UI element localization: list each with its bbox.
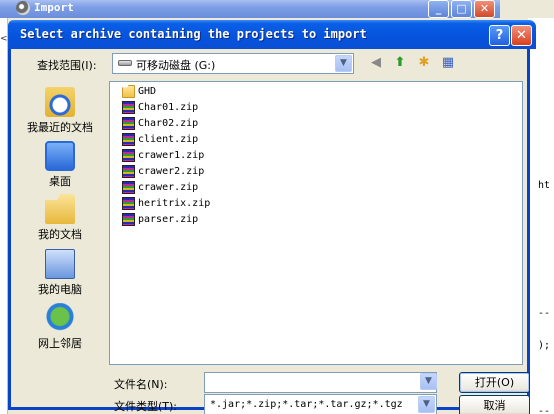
file-name: GHD — [138, 86, 157, 97]
zip-archive-icon — [122, 117, 135, 130]
background-fragment: -- — [538, 308, 551, 319]
chevron-down-icon[interactable]: ▼ — [420, 373, 437, 390]
background-window-controls: _ □ ✕ — [428, 0, 495, 18]
place-my-computer[interactable]: 我的电脑 — [17, 249, 103, 297]
dialog-close-icon[interactable]: ✕ — [511, 25, 532, 46]
place-desktop[interactable]: 桌面 — [17, 141, 103, 189]
removable-drive-icon — [118, 60, 132, 66]
folder-icon — [122, 85, 135, 98]
zip-archive-icon — [122, 101, 135, 114]
file-list[interactable]: GHD Char01.zip Char02.zip client.zip cra… — [109, 81, 523, 365]
file-name: Char02.zip — [138, 118, 199, 129]
place-network-places[interactable]: 网上邻居 — [17, 303, 103, 351]
open-button[interactable]: 打开(O) — [459, 372, 530, 393]
place-label: 我的文档 — [38, 228, 82, 241]
view-menu-icon[interactable]: ▦ — [439, 54, 457, 72]
background-fragment: -- — [538, 406, 551, 414]
file-name: crawer.zip — [138, 182, 199, 193]
background-title-bar: Import — [0, 0, 500, 18]
network-places-icon — [45, 303, 75, 333]
background-fragment: ); — [538, 340, 551, 351]
my-computer-icon — [45, 249, 75, 279]
up-folder-icon[interactable]: ⬆ — [391, 54, 409, 72]
recent-documents-icon — [45, 87, 75, 117]
new-folder-icon[interactable]: ✱ — [415, 54, 433, 72]
file-name-input[interactable] — [204, 372, 437, 393]
list-item-folder[interactable]: GHD — [122, 84, 156, 99]
background-left-strip: < — [0, 18, 8, 414]
close-icon[interactable]: ✕ — [474, 0, 495, 18]
file-type-combobox[interactable]: *.jar;*.zip;*.tar;*.tar.gz;*.tgz ▼ — [204, 394, 437, 414]
chevron-down-icon[interactable]: ▼ — [418, 396, 435, 413]
file-type-value: *.jar;*.zip;*.tar;*.tar.gz;*.tgz — [210, 399, 403, 410]
chevron-down-icon[interactable]: ▼ — [335, 55, 352, 72]
background-fragment: ht — [538, 180, 551, 191]
place-label: 桌面 — [49, 175, 71, 188]
minimize-icon[interactable]: _ — [428, 0, 449, 18]
my-documents-icon — [45, 194, 75, 224]
look-in-value: 可移动磁盘 (G:) — [136, 59, 216, 72]
zip-archive-icon — [122, 181, 135, 194]
dialog-title-bar[interactable]: Select archive containing the projects t… — [8, 20, 536, 49]
file-name: heritrix.zip — [138, 198, 211, 209]
file-name: crawer2.zip — [138, 166, 205, 177]
zip-archive-icon — [122, 213, 135, 226]
zip-archive-icon — [122, 197, 135, 210]
places-bar: 我最近的文档 桌面 我的文档 我的电脑 网上邻居 — [17, 81, 103, 364]
place-label: 我的电脑 — [38, 283, 82, 296]
list-item[interactable]: Char02.zip — [122, 116, 198, 131]
zip-archive-icon — [122, 133, 135, 146]
place-label: 我最近的文档 — [27, 121, 93, 134]
list-item[interactable]: Char01.zip — [122, 100, 198, 115]
place-recent-documents[interactable]: 我最近的文档 — [17, 87, 103, 135]
file-type-label: 文件类型(T): — [114, 400, 178, 413]
file-name: crawer1.zip — [138, 150, 205, 161]
back-icon[interactable]: ◀ — [367, 54, 385, 72]
dialog-title: Select archive containing the projects t… — [20, 27, 367, 41]
desktop-icon — [45, 141, 75, 171]
place-my-documents[interactable]: 我的文档 — [17, 194, 103, 242]
import-file-dialog: Select archive containing the projects t… — [8, 20, 536, 414]
background-editor-edge: ht -- ); -- — [528, 18, 554, 414]
zip-archive-icon — [122, 149, 135, 162]
look-in-label: 查找范围(I): — [37, 59, 97, 72]
list-item[interactable]: crawer.zip — [122, 180, 198, 195]
list-item[interactable]: heritrix.zip — [122, 196, 210, 211]
background-left-fragment: < — [0, 34, 8, 44]
list-item[interactable]: crawer1.zip — [122, 148, 204, 163]
look-in-combobox[interactable]: 可移动磁盘 (G:) ▼ — [112, 53, 354, 74]
file-name: client.zip — [138, 134, 199, 145]
cancel-button[interactable]: 取消 — [459, 395, 530, 414]
list-item[interactable]: parser.zip — [122, 212, 198, 227]
file-name-label: 文件名(N): — [114, 378, 168, 391]
dialog-toolbar: ◀ ⬆ ✱ ▦ — [367, 54, 457, 72]
background-window-title: Import — [34, 1, 74, 14]
list-item[interactable]: crawer2.zip — [122, 164, 204, 179]
help-icon[interactable]: ? — [489, 25, 510, 46]
list-item[interactable]: client.zip — [122, 132, 198, 147]
place-label: 网上邻居 — [38, 337, 82, 350]
maximize-icon[interactable]: □ — [451, 0, 472, 18]
eclipse-icon — [16, 1, 30, 15]
file-name: Char01.zip — [138, 102, 199, 113]
file-name: parser.zip — [138, 214, 199, 225]
zip-archive-icon — [122, 165, 135, 178]
